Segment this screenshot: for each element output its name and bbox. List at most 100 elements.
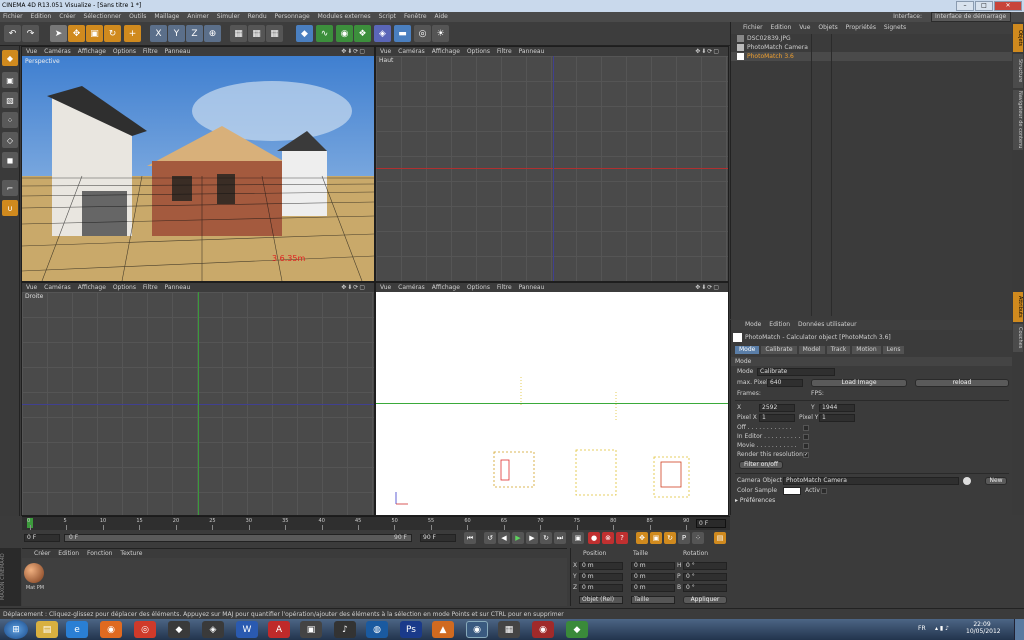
vp-menu-cameras[interactable]: Caméras: [398, 284, 425, 291]
ie-icon[interactable]: e: [66, 621, 88, 638]
menu-creer[interactable]: Créer: [59, 13, 75, 20]
texture-mode-icon[interactable]: ▧: [2, 92, 18, 108]
rotate-icon[interactable]: ↻: [104, 25, 121, 42]
mat-menu-fonction[interactable]: Fonction: [87, 550, 113, 557]
vp-menu-panneau[interactable]: Panneau: [519, 48, 545, 55]
vp-menu-vue[interactable]: Vue: [26, 48, 37, 55]
end-frame-field[interactable]: 0 F: [696, 519, 726, 528]
render-settings-icon[interactable]: ▦: [266, 25, 283, 42]
polygons-mode-icon[interactable]: ◼: [2, 152, 18, 168]
vlc-icon[interactable]: ▲: [432, 621, 454, 638]
axis-x-icon[interactable]: X: [150, 25, 167, 42]
obj-menu-objets[interactable]: Objets: [818, 24, 837, 31]
movie-checkbox[interactable]: [803, 443, 809, 449]
app-icon[interactable]: ◈: [202, 621, 224, 638]
vp-menu-filtre[interactable]: Filtre: [497, 284, 512, 291]
menu-maillage[interactable]: Maillage: [154, 13, 179, 20]
sidetab-content-browser[interactable]: Navigateur de contenu: [1013, 90, 1023, 150]
firefox-icon[interactable]: ◉: [100, 621, 122, 638]
make-editable-icon[interactable]: ◆: [2, 50, 18, 66]
activ-checkbox[interactable]: [821, 488, 827, 494]
menu-animer[interactable]: Animer: [187, 13, 209, 20]
record-icon[interactable]: ●: [588, 532, 600, 544]
vp-menu-cameras[interactable]: Caméras: [44, 48, 71, 55]
vp-menu-filtre[interactable]: Filtre: [143, 284, 158, 291]
viewport-nav-icons[interactable]: ✥⬇⟳▢: [341, 47, 366, 56]
app-icon[interactable]: ♪: [334, 621, 356, 638]
x-field[interactable]: 2592: [759, 404, 795, 412]
pos-z-field[interactable]: 0 m: [579, 584, 623, 592]
load-image-button[interactable]: Load Image: [811, 379, 907, 387]
viewport-nav-icons[interactable]: ✥⬇⟳▢: [695, 283, 720, 292]
light-icon[interactable]: ☀: [432, 25, 449, 42]
mat-menu-edition[interactable]: Edition: [58, 550, 79, 557]
deformer-icon[interactable]: ◈: [374, 25, 391, 42]
close-button[interactable]: ✕: [994, 1, 1022, 11]
mat-menu-texture[interactable]: Texture: [120, 550, 142, 557]
pos-x-field[interactable]: 0 m: [579, 562, 623, 570]
vp-menu-vue[interactable]: Vue: [26, 284, 37, 291]
key-scale-icon[interactable]: ▣: [650, 532, 662, 544]
word-icon[interactable]: W: [236, 621, 258, 638]
attr-menu-user-data[interactable]: Données utilisateur: [798, 321, 857, 328]
pixelx-field[interactable]: 1: [759, 414, 795, 422]
vp-menu-panneau[interactable]: Panneau: [519, 284, 545, 291]
render-picture-viewer-icon[interactable]: ▦: [248, 25, 265, 42]
prev-key-icon[interactable]: ↺: [484, 532, 496, 544]
render-view-icon[interactable]: ▦: [230, 25, 247, 42]
object-row[interactable]: DSC02839.JPG: [731, 34, 1012, 43]
tray-icons[interactable]: ▴ ▮ ♪: [935, 625, 949, 632]
end-field[interactable]: 90 F: [420, 534, 456, 542]
tab-mode[interactable]: Mode: [735, 346, 760, 354]
tab-calibrate[interactable]: Calibrate: [761, 346, 797, 354]
obj-menu-proprietes[interactable]: Propriétés: [846, 24, 876, 31]
mat-menu-creer[interactable]: Créer: [34, 550, 50, 557]
vp-menu-affichage[interactable]: Affichage: [78, 48, 106, 55]
nurbs-icon[interactable]: ◉: [336, 25, 353, 42]
app-icon[interactable]: ◍: [366, 621, 388, 638]
acrobat-icon[interactable]: A: [268, 621, 290, 638]
pos-y-field[interactable]: 0 m: [579, 573, 623, 581]
app-icon[interactable]: ▦: [498, 621, 520, 638]
coord-system-icon[interactable]: ⊕: [204, 25, 221, 42]
viewport-nav-icons[interactable]: ✥⬇⟳▢: [341, 283, 366, 292]
vp-menu-affichage[interactable]: Affichage: [432, 48, 460, 55]
spline-icon[interactable]: ∿: [316, 25, 333, 42]
goto-start-icon[interactable]: ⏮: [464, 532, 476, 544]
viewport-nav-icons[interactable]: ✥⬇⟳▢: [695, 47, 720, 56]
mode-icon[interactable]: ▣: [572, 532, 584, 544]
key-pla-icon[interactable]: ⁘: [692, 532, 704, 544]
key-rotation-icon[interactable]: ↻: [664, 532, 676, 544]
link-arrow-icon[interactable]: [963, 477, 971, 485]
menu-personnage[interactable]: Personnage: [275, 13, 310, 20]
vp-menu-options[interactable]: Options: [113, 48, 136, 55]
play-icon[interactable]: ▶: [512, 532, 524, 544]
key-param-icon[interactable]: P: [678, 532, 690, 544]
minimize-button[interactable]: –: [956, 1, 974, 11]
photoshop-icon[interactable]: Ps: [400, 621, 422, 638]
vp-menu-options[interactable]: Options: [467, 284, 490, 291]
vp-menu-cameras[interactable]: Caméras: [398, 48, 425, 55]
axis-z-icon[interactable]: Z: [186, 25, 203, 42]
key-position-icon[interactable]: ✥: [636, 532, 648, 544]
mode-select[interactable]: Calibrate: [757, 368, 835, 376]
attr-menu-mode[interactable]: Mode: [745, 321, 761, 328]
rot-h-field[interactable]: 0 °: [683, 562, 727, 570]
apply-button[interactable]: Appliquer: [683, 596, 727, 604]
axis-y-icon[interactable]: Y: [168, 25, 185, 42]
vp-menu-options[interactable]: Options: [467, 48, 490, 55]
rot-p-field[interactable]: 0 °: [683, 573, 727, 581]
timeline-window-icon[interactable]: ▤: [714, 532, 726, 544]
off-checkbox[interactable]: [803, 425, 809, 431]
vp-menu-options[interactable]: Options: [113, 284, 136, 291]
move-icon[interactable]: ✥: [68, 25, 85, 42]
start-button[interactable]: ⊞: [4, 620, 28, 639]
render-res-checkbox[interactable]: ✓: [803, 452, 809, 458]
obj-menu-fichier[interactable]: Fichier: [743, 24, 763, 31]
app-icon[interactable]: ◆: [566, 621, 588, 638]
next-frame-icon[interactable]: ▶: [526, 532, 538, 544]
frame-range-slider[interactable]: 0 F 90 F: [64, 534, 412, 542]
vp-menu-filtre[interactable]: Filtre: [497, 48, 512, 55]
size-y-field[interactable]: 0 m: [631, 573, 675, 581]
menu-simuler[interactable]: Simuler: [217, 13, 240, 20]
